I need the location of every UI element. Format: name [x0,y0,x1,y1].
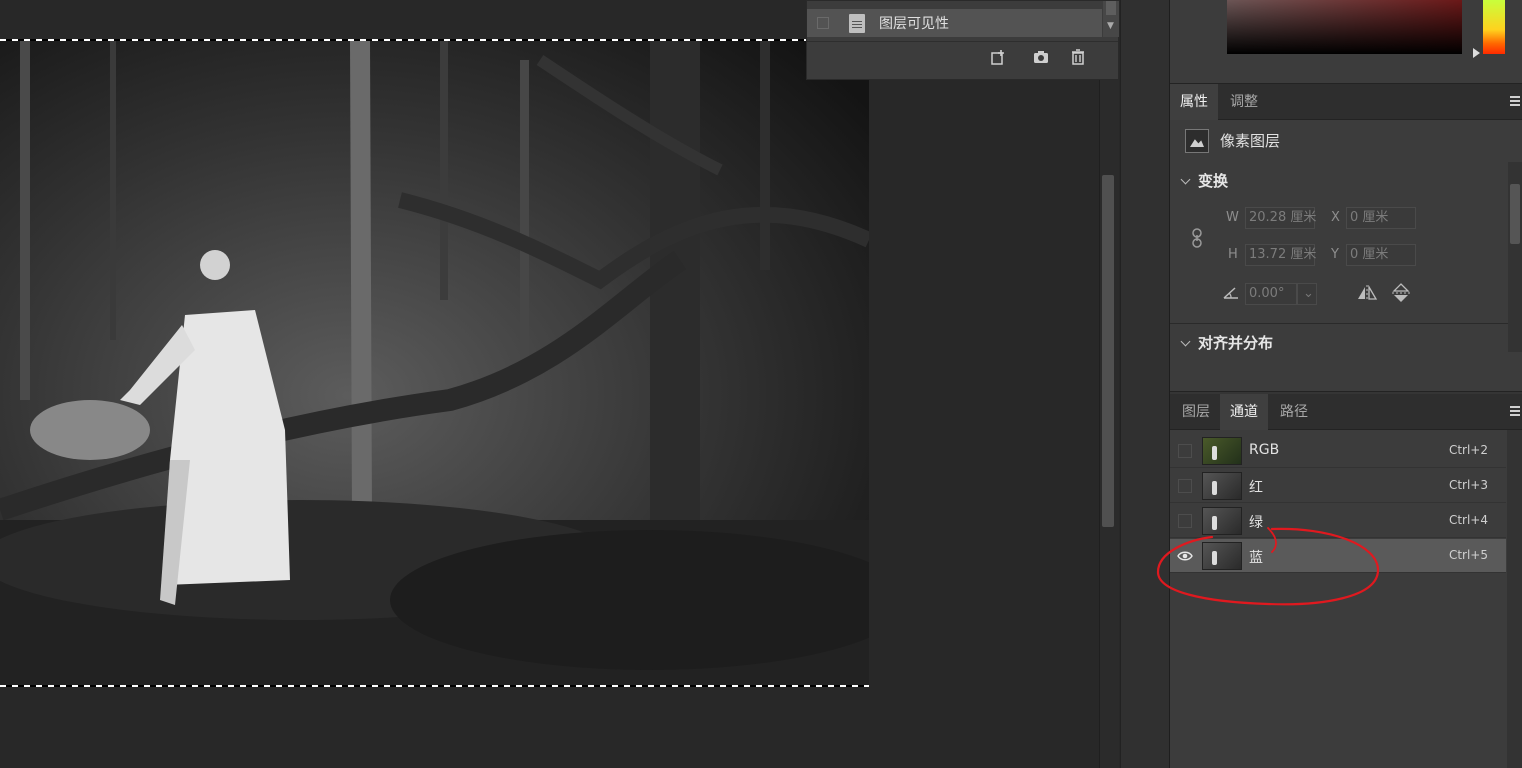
dock-collapsed-column [1120,0,1170,768]
channel-thumbnail [1202,542,1242,570]
chevron-down-icon [1180,336,1191,347]
layer-type-label: 像素图层 [1220,132,1281,150]
channel-name: 蓝 [1249,550,1263,566]
history-panel: 图层可见性 ▼ [806,0,1119,80]
tab-paths[interactable]: 路径 [1270,394,1318,430]
properties-scrollbar[interactable] [1508,162,1522,352]
channel-shortcut: Ctrl+5 [1448,548,1488,562]
channel-name: RGB [1249,442,1280,458]
color-picker-panel [1170,0,1522,84]
properties-tabbar: 属性 调整 [1170,84,1522,120]
new-snapshot-icon[interactable] [990,48,1008,66]
panel-menu-icon[interactable] [1510,96,1520,106]
hue-slider[interactable] [1483,0,1505,54]
pixel-layer-icon [1185,129,1209,153]
angle-icon [1222,286,1240,304]
height-label: H [1228,247,1238,262]
tab-channels[interactable]: 通道 [1220,394,1268,430]
channel-row-blue[interactable]: 蓝 Ctrl+5 [1170,539,1506,573]
camera-icon[interactable] [1032,48,1050,66]
canvas-scrollbar-thumb[interactable] [1102,175,1114,527]
chevron-down-icon[interactable]: ⌄ [1297,283,1317,305]
link-icon[interactable] [1190,228,1204,252]
channel-shortcut: Ctrl+2 [1448,443,1488,457]
channel-shortcut: Ctrl+4 [1448,513,1488,527]
history-item[interactable]: 图层可见性 [807,9,1102,37]
transform-title: 变换 [1198,172,1229,190]
history-snapshot-checkbox[interactable] [817,17,829,29]
hue-slider-arrow[interactable] [1473,48,1480,58]
width-field[interactable]: 20.28 厘米 [1245,207,1316,229]
channel-name: 绿 [1249,515,1263,531]
channels-scrollbar[interactable] [1507,430,1522,768]
properties-panel: 像素图层 变换 W 20.28 厘米 X 0 厘米 H 13.72 厘米 Y 0… [1170,120,1522,392]
tab-layers[interactable]: 图层 [1172,394,1220,430]
history-scrollbar[interactable]: ▼ [1103,1,1119,37]
trash-icon[interactable] [1069,48,1087,66]
channel-thumbnail [1202,472,1242,500]
canvas-area[interactable] [0,0,1100,768]
history-scroll-thumb[interactable] [1106,1,1116,15]
document-icon [849,14,865,33]
selection-marquee-top [0,39,869,41]
align-title: 对齐并分布 [1198,334,1274,352]
x-label: X [1331,210,1340,225]
right-dock: 属性 调整 像素图层 变换 W 20.28 厘米 X 0 厘米 H 13.72 … [1170,0,1522,768]
panel-menu-icon[interactable] [1510,406,1520,416]
x-field[interactable]: 0 厘米 [1346,207,1416,229]
width-label: W [1226,210,1239,225]
transform-section-header[interactable]: 变换 [1180,170,1229,191]
channel-visibility-toggle[interactable] [1178,479,1192,493]
color-saturation-field[interactable] [1227,0,1462,54]
channel-visibility-toggle[interactable] [1178,444,1192,458]
channel-row-red[interactable]: 红 Ctrl+3 [1170,469,1506,503]
channel-thumbnail [1202,437,1242,465]
height-field[interactable]: 13.72 厘米 [1245,244,1316,266]
tab-adjustments[interactable]: 调整 [1220,84,1268,120]
flip-horizontal-icon[interactable] [1356,284,1378,305]
channels-tabbar: 图层 通道 路径 [1170,394,1522,430]
tab-properties[interactable]: 属性 [1170,84,1218,120]
chevron-down-icon[interactable]: ▼ [1107,21,1114,31]
chevron-down-icon [1180,174,1191,185]
angle-field[interactable]: 0.00° [1245,283,1297,305]
channels-list: RGB Ctrl+2 红 Ctrl+3 绿 Ctrl+4 蓝 Ctrl+5 [1170,430,1522,768]
channel-shortcut: Ctrl+3 [1448,478,1488,492]
properties-scroll-thumb[interactable] [1510,184,1520,244]
y-label: Y [1331,247,1339,262]
align-section-header[interactable]: 对齐并分布 [1180,332,1274,353]
flip-vertical-icon[interactable] [1392,283,1410,307]
channel-visibility-toggle[interactable] [1178,514,1192,528]
canvas-image[interactable] [0,40,869,686]
eye-icon[interactable] [1177,549,1193,563]
channel-thumbnail [1202,507,1242,535]
channel-row-green[interactable]: 绿 Ctrl+4 [1170,504,1506,538]
history-item-label: 图层可见性 [879,16,949,32]
section-divider [1170,323,1508,324]
forest-photo [0,40,869,686]
y-field[interactable]: 0 厘米 [1346,244,1416,266]
channel-row-rgb[interactable]: RGB Ctrl+2 [1170,434,1506,468]
history-toolbar [807,41,1118,71]
selection-marquee-bottom [0,685,869,687]
channel-name: 红 [1249,480,1263,496]
